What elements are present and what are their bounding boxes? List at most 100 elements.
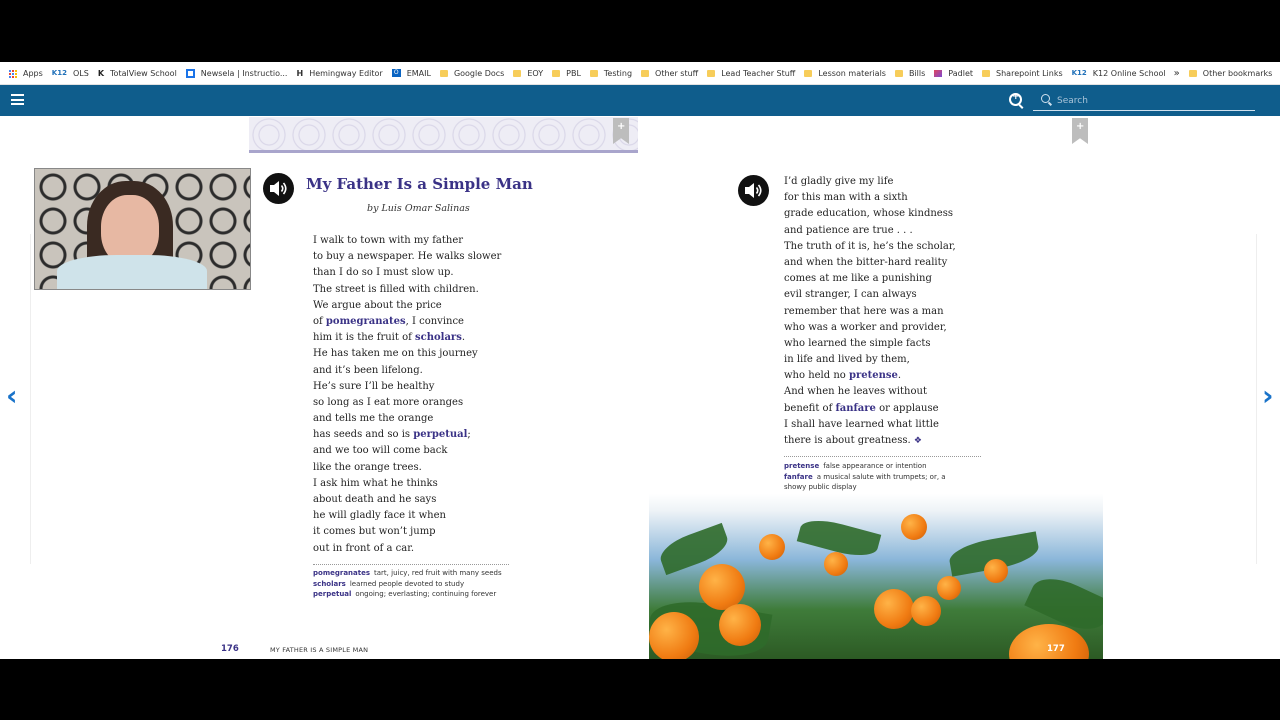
bookmark-item[interactable]: PBL	[552, 69, 581, 78]
bookmark-item[interactable]: Google Docs	[439, 68, 505, 78]
text-run: who learned the simple facts	[784, 337, 931, 349]
text-run: and patience are true . . .	[784, 224, 913, 236]
text-run: The truth of it is, he’s the scholar,	[784, 240, 956, 252]
bookmark-item[interactable]: Testing	[589, 68, 633, 78]
text-run: I’d gladly give my life	[784, 176, 894, 187]
search-box[interactable]	[1033, 91, 1255, 111]
menu-icon[interactable]	[11, 94, 24, 105]
bookmark-item[interactable]: Apps	[9, 69, 43, 78]
bookmark-item[interactable]: Lesson materials	[804, 69, 886, 78]
poem-line: who was a worker and provider,	[784, 320, 956, 336]
poem-line: I ask him what he thinks	[313, 476, 501, 492]
poem-line: I walk to town with my father	[313, 233, 501, 249]
search-input[interactable]	[1055, 92, 1249, 109]
bookmark-item[interactable]: Bills	[894, 69, 925, 78]
bookmark-item[interactable]: Newsela | Instructio...	[185, 68, 287, 78]
text-run: him it is the fruit of	[313, 332, 415, 344]
previous-page-arrow-icon[interactable]: ‹	[6, 382, 18, 410]
text-run: .	[897, 370, 902, 382]
folder-icon	[707, 69, 716, 77]
glossary-definition: tart, juicy, red fruit with many seeds	[374, 569, 502, 577]
folder-icon	[804, 69, 813, 77]
bookmark-item[interactable]: H Hemingway Editor	[296, 69, 382, 78]
poem-line: comes at me like a punishing	[784, 271, 956, 287]
poem-line: has seeds and so is perpetual;	[313, 427, 501, 443]
poem-line: there is about greatness. ❖	[784, 433, 956, 449]
glossary-left: pomegranates tart, juicy, red fruit with …	[313, 568, 513, 600]
poem-line: grade education, whose kindness	[784, 206, 956, 222]
text-run: and when the bitter-hard reality	[784, 256, 948, 268]
poem-line: out in front of a car.	[313, 541, 501, 557]
poem-line: who learned the simple facts	[784, 336, 956, 352]
bookmark-item[interactable]: Padlet	[934, 69, 973, 78]
bookmark-item[interactable]: Sharepoint Links	[982, 69, 1063, 78]
text-run: .	[461, 332, 466, 344]
poem-text-left: I walk to town with my father to buy a ne…	[313, 233, 501, 557]
text-run: evil stranger, I can always	[784, 289, 917, 301]
poem-line: in life and lived by them,	[784, 352, 956, 368]
bookmark-item[interactable]: K12 OLS	[52, 69, 89, 78]
glossary-term: pomegranates	[313, 569, 371, 577]
poem-line: for this man with a sixth	[784, 190, 956, 206]
text-run: comes at me like a punishing	[784, 273, 932, 285]
folder-icon	[589, 69, 598, 77]
vocab-word[interactable]: fanfare	[835, 403, 875, 414]
glossary-divider	[313, 564, 509, 565]
bookmark-item[interactable]: K12 K12 Online School	[1072, 69, 1166, 78]
vocab-word[interactable]: perpetual	[413, 429, 467, 440]
bookmark-item[interactable]: Other stuff	[641, 69, 698, 78]
poem-line: of pomegranates, I convince	[313, 314, 501, 330]
add-bookmark-icon[interactable]	[1072, 118, 1088, 144]
zoom-in-icon[interactable]	[1009, 92, 1022, 106]
text-run: And when he leaves without	[784, 386, 927, 398]
bookmark-label: TotalView School	[110, 68, 177, 78]
other-bookmarks[interactable]: Other bookmarks	[1188, 68, 1273, 78]
text-run: of	[313, 315, 326, 327]
bookmark-label: Sharepoint Links	[996, 68, 1063, 78]
poem-line: evil stranger, I can always	[784, 287, 956, 303]
padlet-icon	[934, 69, 943, 77]
bookmarks-overflow-button[interactable]: »	[1174, 68, 1180, 79]
glossary-divider	[784, 456, 981, 457]
poem-line: it comes but won’t jump	[313, 524, 501, 540]
folder-icon	[982, 69, 991, 77]
glossary-term: scholars	[313, 579, 346, 588]
text-run: I shall have learned what little	[784, 418, 939, 430]
outlook-icon: O	[391, 69, 401, 77]
folder-icon	[1188, 69, 1197, 77]
glossary-entry: perpetual ongoing; everlasting; continuin…	[313, 589, 513, 600]
poem-line: The street is filled with children.	[313, 282, 501, 298]
text-run: who held no	[784, 370, 849, 382]
bookmark-item[interactable]: EOY	[513, 69, 543, 78]
bookmark-label: Padlet	[948, 68, 974, 78]
text-run: The street is filled with children.	[313, 283, 479, 295]
text-run: who was a worker and provider,	[784, 321, 947, 333]
poem-line: who held no pretense.	[784, 368, 956, 384]
bookmark-item[interactable]: Lead Teacher Stuff	[707, 69, 795, 78]
glossary-definition: false appearance or intention	[823, 462, 927, 470]
vocab-word[interactable]: pretense	[849, 370, 898, 381]
audio-speaker-button[interactable]	[738, 175, 769, 206]
page-number: 176	[221, 644, 239, 654]
poem-line: I’d gladly give my life	[784, 174, 956, 190]
orange-tree-photo	[649, 494, 1103, 659]
audio-speaker-button[interactable]	[263, 173, 294, 204]
bookmark-item[interactable]: K TotalView School	[98, 69, 177, 78]
vocab-word[interactable]: pomegranates	[326, 316, 406, 327]
bookmark-label: Testing	[603, 68, 633, 78]
text-run: like the orange trees.	[313, 461, 422, 473]
text-run: and it’s been lifelong.	[313, 364, 423, 376]
bookmark-item[interactable]: O EMAIL	[391, 69, 431, 78]
poem-title: My Father Is a Simple Man	[306, 175, 533, 193]
bookmark-label: Other bookmarks	[1202, 68, 1273, 78]
poem-line: remember that here was a man	[784, 304, 956, 320]
poem-line: and we too will come back	[313, 443, 501, 459]
text-run: and we too will come back	[313, 445, 448, 457]
bookmark-label: Google Docs	[453, 68, 505, 78]
text-run: He has taken me on this journey	[313, 348, 478, 360]
vocab-word[interactable]: scholars	[415, 332, 462, 343]
poem-line: The truth of it is, he’s the scholar,	[784, 239, 956, 255]
poem-line: so long as I eat more oranges	[313, 395, 501, 411]
newsela-icon	[185, 68, 195, 78]
next-page-arrow-icon[interactable]: ›	[1262, 382, 1274, 410]
